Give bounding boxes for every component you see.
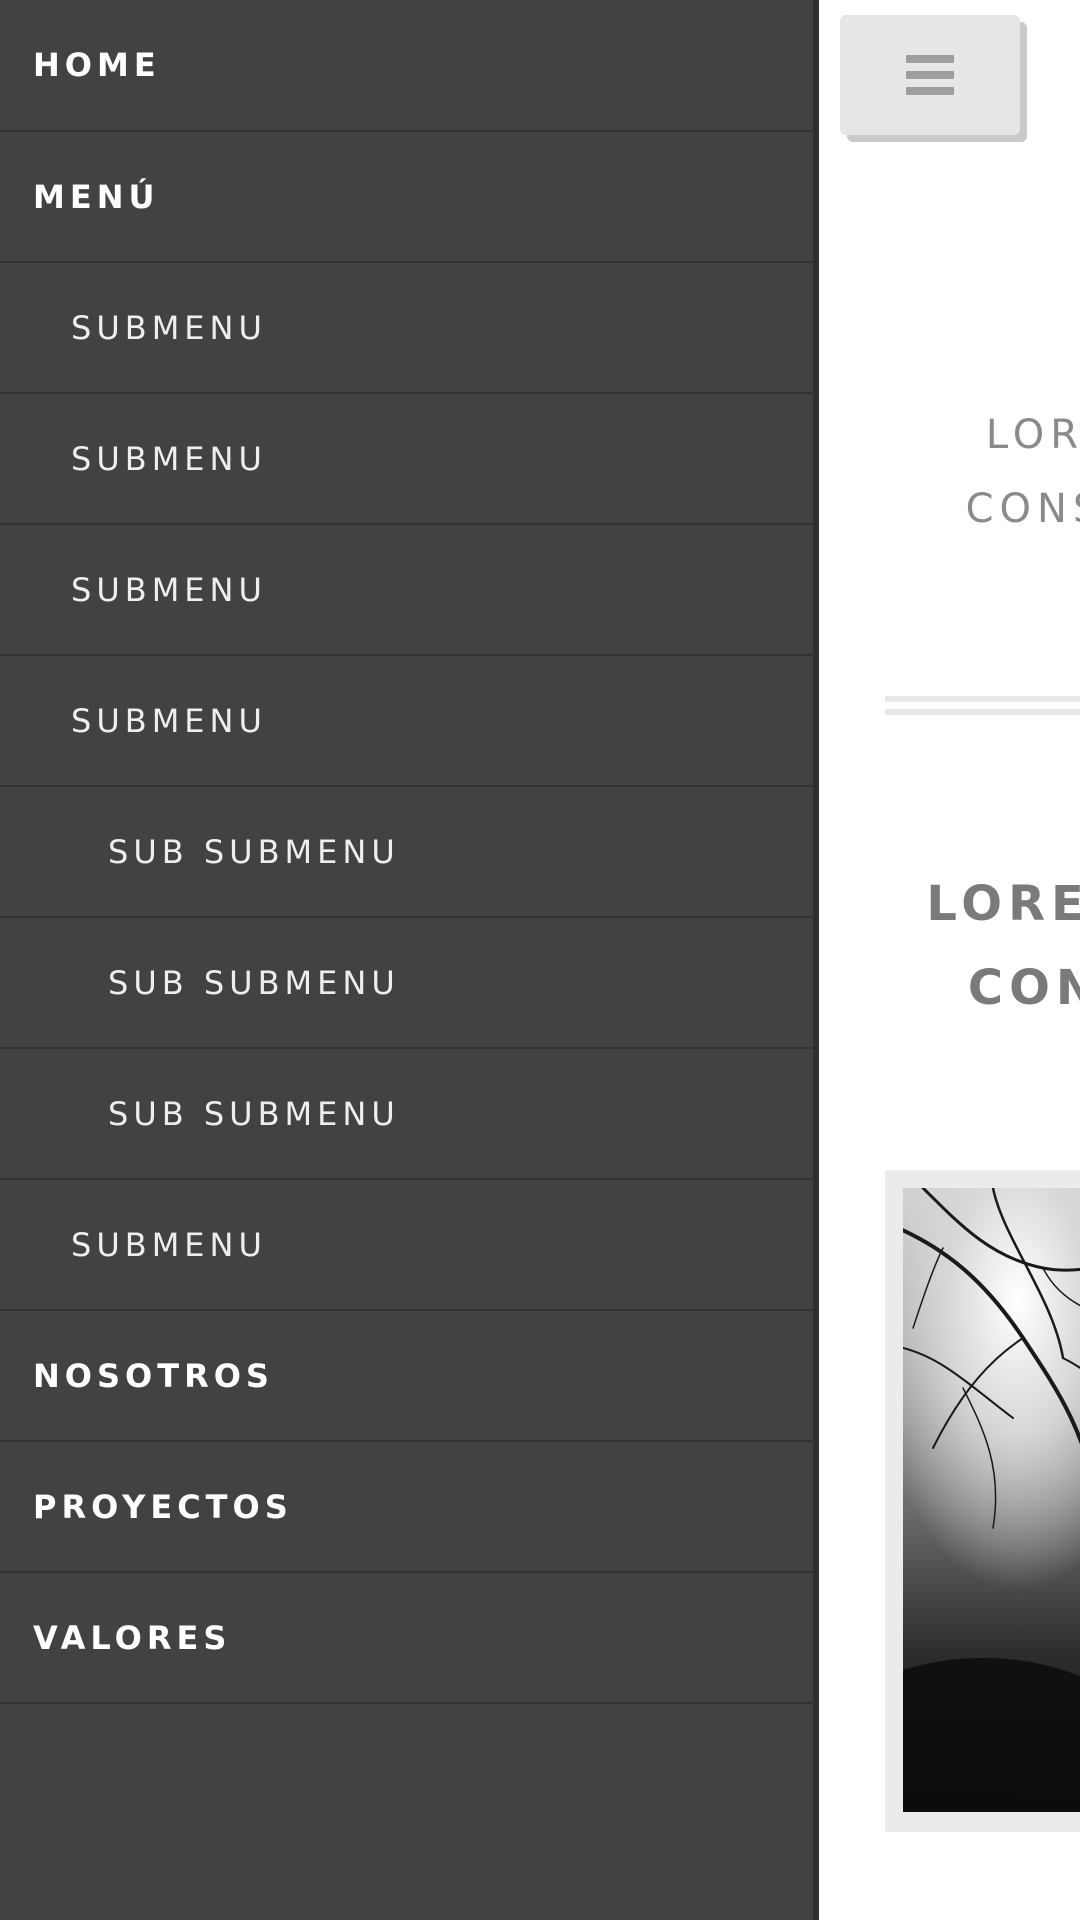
side-navigation: HOME MENÚ SUBMENU SUBMENU SUBMENU SUBMEN…: [0, 0, 819, 1920]
forest-photo: [903, 1188, 1080, 1812]
nav-item-label: HOME: [33, 46, 161, 84]
image-frame: [885, 1170, 1080, 1832]
nav-item-label: SUB SUBMENU: [108, 832, 400, 871]
nav-item-label: SUB SUBMENU: [108, 963, 400, 1002]
nav-item-nosotros[interactable]: NOSOTROS: [0, 1311, 813, 1442]
hamburger-icon: [906, 55, 954, 95]
nav-item-label: SUB SUBMENU: [108, 1094, 400, 1133]
nav-item-label: VALORES: [33, 1618, 232, 1657]
nav-item-label: MENÚ: [33, 177, 160, 216]
nav-subitem-submenu[interactable]: SUBMENU: [0, 1180, 813, 1311]
page: HOME MENÚ SUBMENU SUBMENU SUBMENU SUBMEN…: [0, 0, 1080, 1920]
menu-toggle-button[interactable]: [840, 15, 1020, 135]
nav-subsubitem[interactable]: SUB SUBMENU: [0, 787, 813, 918]
intro-line: CONS: [965, 486, 1080, 532]
main-content: LOR CONS LOREM CON: [825, 0, 1080, 1920]
section-divider: [885, 696, 1080, 715]
nav-item-label: SUBMENU: [71, 308, 267, 347]
nav-subitem-submenu[interactable]: SUBMENU: [0, 656, 813, 787]
headline-line: CON: [967, 960, 1080, 1016]
nav-item-label: PROYECTOS: [33, 1487, 293, 1526]
section-headline: LOREM CON: [825, 862, 1080, 1030]
nav-item-menu[interactable]: MENÚ: [0, 132, 813, 263]
nav-subitem-submenu[interactable]: SUBMENU: [0, 263, 813, 394]
nav-item-home[interactable]: HOME: [0, 0, 813, 132]
nav-subsubitem[interactable]: SUB SUBMENU: [0, 918, 813, 1049]
nav-subitem-submenu[interactable]: SUBMENU: [0, 525, 813, 656]
intro-line: LOR: [985, 412, 1080, 458]
nav-item-label: SUBMENU: [71, 439, 267, 478]
nav-item-label: SUBMENU: [71, 1225, 267, 1264]
nav-item-proyectos[interactable]: PROYECTOS: [0, 1442, 813, 1573]
nav-item-label: SUBMENU: [71, 570, 267, 609]
headline-line: LOREM: [926, 876, 1080, 932]
nav-item-label: NOSOTROS: [33, 1356, 274, 1395]
nav-item-valores[interactable]: VALORES: [0, 1573, 813, 1704]
nav-subitem-submenu[interactable]: SUBMENU: [0, 394, 813, 525]
nav-subsubitem[interactable]: SUB SUBMENU: [0, 1049, 813, 1180]
intro-text: LOR CONS: [825, 398, 1080, 546]
nav-item-label: SUBMENU: [71, 701, 267, 740]
